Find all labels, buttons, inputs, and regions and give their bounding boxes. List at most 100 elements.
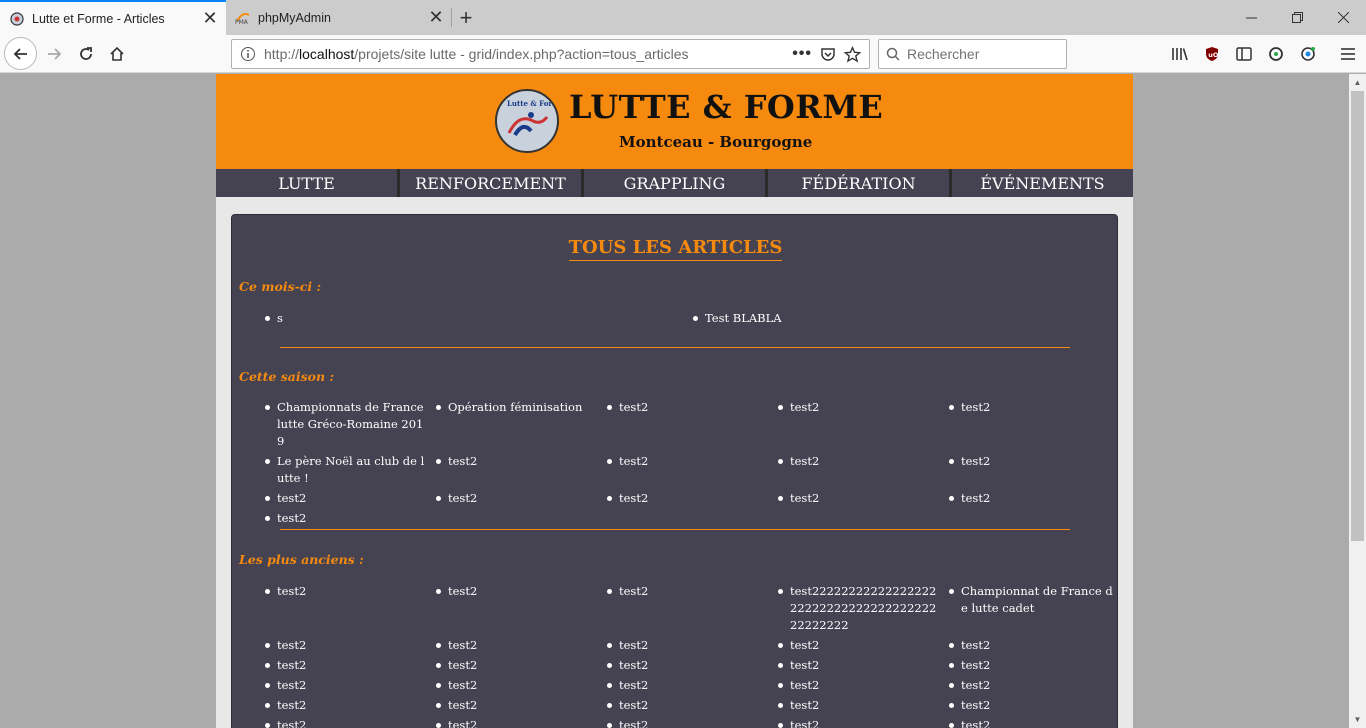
article-link[interactable]: test2 xyxy=(265,657,436,674)
scroll-up-icon[interactable]: ▲ xyxy=(1349,74,1366,91)
article-link[interactable]: test2 xyxy=(607,637,778,654)
site-info-icon[interactable] xyxy=(232,46,264,62)
close-window-icon[interactable] xyxy=(1320,0,1366,35)
article-link[interactable]: test2 xyxy=(949,490,1120,507)
article-link[interactable]: test2 xyxy=(265,510,436,527)
tab-title: Lutte et Forme - Articles xyxy=(32,11,165,26)
new-tab-icon[interactable]: + xyxy=(452,0,480,35)
article-link[interactable]: test2 xyxy=(436,717,607,728)
article-link[interactable]: test2 xyxy=(778,490,949,507)
article-link[interactable]: test222222222222222222222222222222222222… xyxy=(778,583,949,634)
page-scrollbar[interactable]: ▲ ▼ xyxy=(1349,74,1366,728)
forward-arrow-icon xyxy=(48,48,62,60)
article-link[interactable]: s xyxy=(265,310,693,327)
minimize-icon[interactable] xyxy=(1228,0,1274,35)
article-link[interactable]: test2 xyxy=(607,583,778,634)
article-link[interactable]: test2 xyxy=(778,657,949,674)
article-link[interactable]: test2 xyxy=(607,657,778,674)
article-link[interactable]: test2 xyxy=(436,677,607,694)
pocket-icon[interactable] xyxy=(820,46,836,62)
article-link[interactable]: test2 xyxy=(436,637,607,654)
article-link[interactable]: Championnat de France de lutte cadet xyxy=(949,583,1120,634)
article-link[interactable]: test2 xyxy=(265,717,436,728)
article-link[interactable]: test2 xyxy=(265,490,436,507)
sidebar-icon[interactable] xyxy=(1228,38,1260,70)
menu-item-grappling[interactable]: GRAPPLING xyxy=(584,169,765,197)
article-link[interactable]: test2 xyxy=(778,697,949,714)
this-season-list: Championnats de France lutte Gréco-Romai… xyxy=(265,399,1125,527)
reload-button[interactable] xyxy=(70,38,102,70)
article-link[interactable]: test2 xyxy=(265,697,436,714)
bookmark-star-icon[interactable] xyxy=(844,45,861,63)
article-link[interactable]: test2 xyxy=(265,583,436,634)
menu-item-evenements[interactable]: ÉVÉNEMENTS xyxy=(952,169,1133,197)
search-placeholder: Rechercher xyxy=(907,46,980,62)
article-link[interactable]: test2 xyxy=(949,453,1120,487)
forward-button[interactable] xyxy=(38,38,70,70)
svg-text:uO: uO xyxy=(1208,51,1219,59)
search-box[interactable]: Rechercher xyxy=(878,39,1067,69)
article-link[interactable]: test2 xyxy=(265,677,436,694)
article-link[interactable]: test2 xyxy=(778,717,949,728)
article-link[interactable]: test2 xyxy=(949,697,1120,714)
article-link[interactable]: test2 xyxy=(778,637,949,654)
url-text[interactable]: http://localhost/projets/site lutte - gr… xyxy=(264,46,792,62)
back-button[interactable] xyxy=(4,37,37,70)
article-link[interactable]: test2 xyxy=(607,717,778,728)
article-link[interactable]: test2 xyxy=(949,657,1120,674)
scrollbar-thumb[interactable] xyxy=(1351,91,1364,541)
library-icon[interactable] xyxy=(1164,38,1196,70)
article-link[interactable]: test2 xyxy=(436,453,607,487)
article-link[interactable]: test2 xyxy=(778,677,949,694)
article-link[interactable]: test2 xyxy=(949,637,1120,654)
site-header: Lutte & Forme LUTTE & FORME Montceau - B… xyxy=(216,74,1133,169)
ublock-icon[interactable]: uO xyxy=(1196,38,1228,70)
article-link[interactable]: test2 xyxy=(607,697,778,714)
close-tab-icon[interactable]: ✕ xyxy=(424,6,448,30)
article-link[interactable]: test2 xyxy=(949,677,1120,694)
article-link[interactable]: Championnats de France lutte Gréco-Romai… xyxy=(265,399,436,450)
phpmyadmin-favicon-icon: PMA xyxy=(235,10,251,26)
club-logo[interactable]: Lutte & Forme xyxy=(495,89,559,153)
article-link[interactable]: test2 xyxy=(436,657,607,674)
page-viewport: Lutte & Forme LUTTE & FORME Montceau - B… xyxy=(0,74,1349,728)
article-link[interactable]: test2 xyxy=(949,717,1120,728)
article-link[interactable]: test2 xyxy=(607,453,778,487)
article-link[interactable]: test2 xyxy=(607,677,778,694)
restore-icon[interactable] xyxy=(1274,0,1320,35)
url-path: /projets/site lutte - grid/index.php?act… xyxy=(354,46,689,62)
section-title-oldest: Les plus anciens : xyxy=(239,552,364,567)
home-button[interactable] xyxy=(101,38,133,70)
article-link[interactable]: Test BLABLA xyxy=(693,310,1121,327)
article-link[interactable]: test2 xyxy=(607,399,778,450)
extension-icon[interactable] xyxy=(1292,38,1324,70)
menu-item-federation[interactable]: FÉDÉRATION xyxy=(768,169,949,197)
article-link[interactable]: test2 xyxy=(778,453,949,487)
article-link[interactable]: Opération féminisation xyxy=(436,399,607,450)
articles-panel: TOUS LES ARTICLES Ce mois-ci : s Test BLA… xyxy=(231,214,1118,728)
menu-item-lutte[interactable]: LUTTE xyxy=(216,169,397,197)
site-title: LUTTE & FORME xyxy=(569,88,884,126)
reload-icon xyxy=(80,47,92,60)
home-icon xyxy=(110,46,124,61)
close-tab-icon[interactable]: ✕ xyxy=(198,7,222,31)
sync-icon[interactable] xyxy=(1260,38,1292,70)
svg-text:PMA: PMA xyxy=(235,19,249,25)
menu-item-renforcement[interactable]: RENFORCEMENT xyxy=(400,169,581,197)
article-link[interactable]: test2 xyxy=(949,399,1120,450)
article-link[interactable]: test2 xyxy=(436,490,607,507)
tab-lutte-articles[interactable]: Lutte et Forme - Articles ✕ xyxy=(0,0,226,35)
article-link[interactable]: Le père Noël au club de lutte ! xyxy=(265,453,436,487)
article-link[interactable]: test2 xyxy=(265,637,436,654)
article-link[interactable]: test2 xyxy=(436,697,607,714)
article-link[interactable]: test2 xyxy=(436,583,607,634)
scroll-down-icon[interactable]: ▼ xyxy=(1349,711,1366,728)
tab-title: phpMyAdmin xyxy=(258,10,331,25)
page-actions-icon[interactable]: ••• xyxy=(792,45,812,63)
article-link[interactable]: test2 xyxy=(778,399,949,450)
article-link[interactable]: test2 xyxy=(607,490,778,507)
menu-hamburger-icon[interactable] xyxy=(1332,38,1364,70)
main-menu: LUTTE RENFORCEMENT GRAPPLING FÉDÉRATION … xyxy=(216,169,1133,197)
tab-phpmyadmin[interactable]: PMA phpMyAdmin ✕ xyxy=(226,0,452,35)
address-bar[interactable]: http://localhost/projets/site lutte - gr… xyxy=(231,39,870,69)
